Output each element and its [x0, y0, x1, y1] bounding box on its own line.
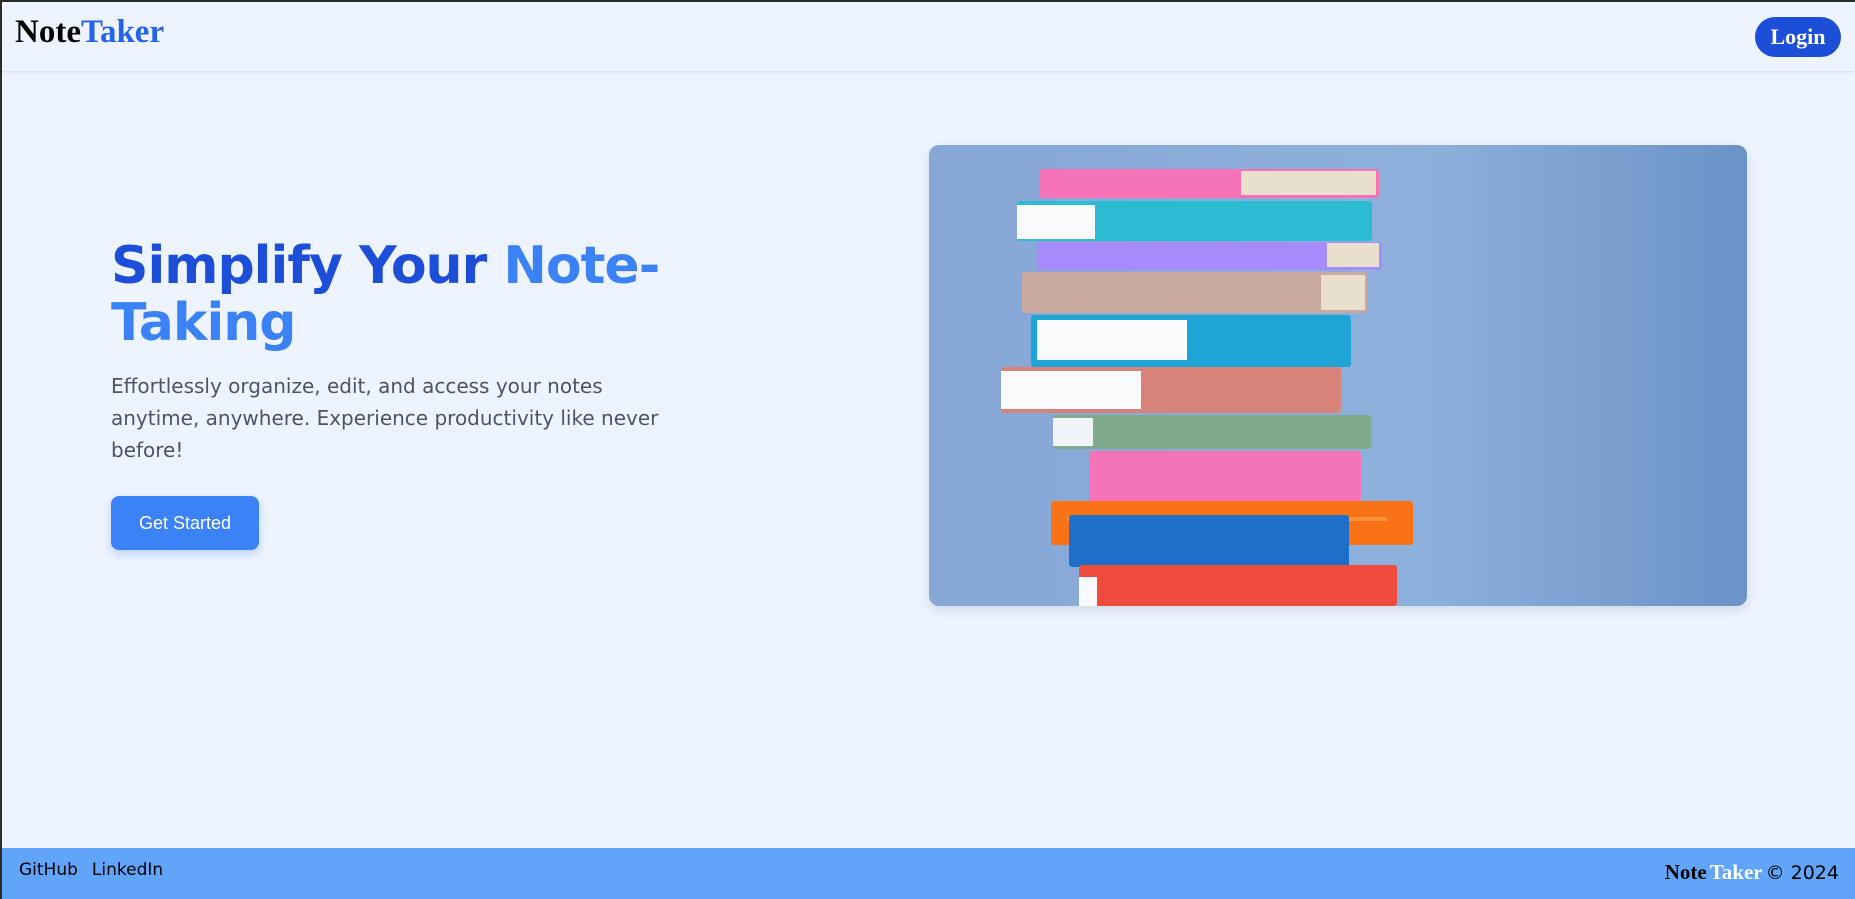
- page: NoteTaker Login Simplify Your Note-Takin…: [0, 0, 1855, 899]
- logo-taker: Taker: [80, 14, 165, 50]
- hero-subtitle: Effortlessly organize, edit, and access …: [111, 374, 659, 462]
- footer: GitHub LinkedIn Note Taker © 2024: [2, 848, 1855, 899]
- hero-section: Simplify Your Note-Taking Effortlessly o…: [111, 238, 731, 550]
- top-nav: NoteTaker Login: [2, 2, 1855, 72]
- footer-brand-taker: Taker: [1709, 860, 1763, 884]
- footer-links: GitHub LinkedIn: [19, 860, 163, 880]
- copyright-text: © 2024: [1765, 862, 1839, 884]
- github-link[interactable]: GitHub: [19, 860, 78, 880]
- login-button[interactable]: Login: [1755, 17, 1841, 57]
- footer-copyright: Note Taker © 2024: [1665, 860, 1839, 885]
- footer-brand-note: Note: [1664, 860, 1707, 884]
- books-illustration: [1001, 169, 1413, 606]
- get-started-button[interactable]: Get Started: [111, 496, 259, 550]
- logo-note: Note: [15, 14, 81, 50]
- books-stack-image: [929, 145, 1747, 606]
- logo[interactable]: NoteTaker: [15, 16, 164, 49]
- hero-title: Simplify Your Note-Taking: [111, 238, 731, 352]
- hero-title-part1: Simplify Your: [111, 236, 504, 296]
- linkedin-link[interactable]: LinkedIn: [92, 860, 163, 880]
